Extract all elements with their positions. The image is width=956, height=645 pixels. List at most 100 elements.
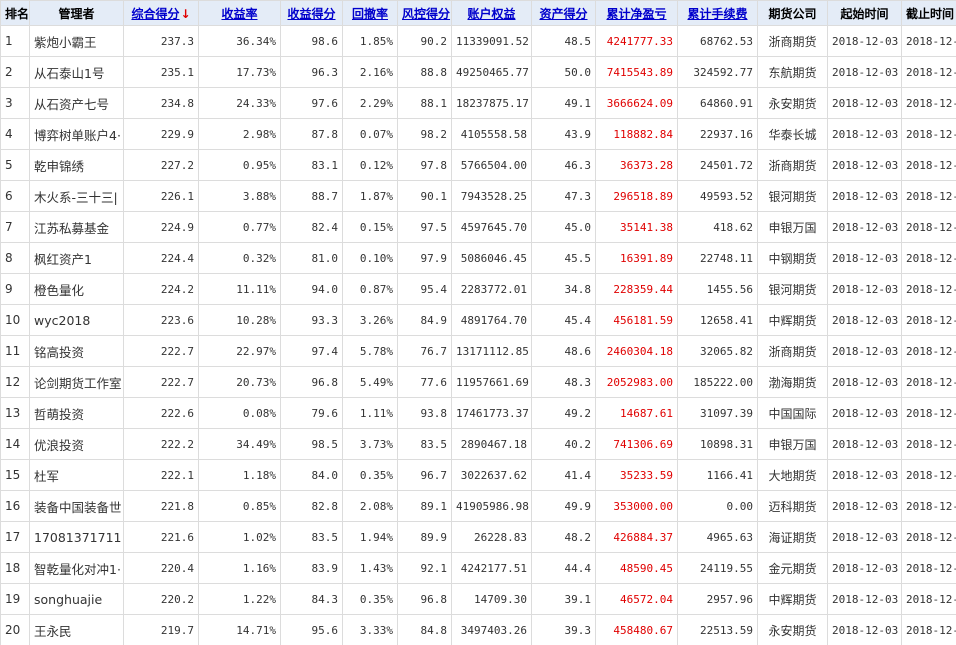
sort-asset-score[interactable]: 资产得分	[531, 0, 596, 26]
asset-score-cell: 40.2	[531, 428, 596, 460]
rank-cell: 5	[0, 149, 30, 181]
drawdown-cell: 5.49%	[342, 366, 398, 398]
risk-score-cell: 89.9	[397, 521, 452, 553]
ranking-table: 排名 管理者 综合得分↓ 收益率 收益得分 回撤率 风控得分 账户权益 资产得分…	[0, 0, 956, 645]
manager-link[interactable]: 哲萌投资	[29, 397, 124, 429]
sort-fees[interactable]: 累计手续费	[677, 0, 758, 26]
manager-link[interactable]: 论剑期货工作室	[29, 366, 124, 398]
net-profit-cell: 118882.84	[595, 118, 678, 150]
asset-score-cell: 34.8	[531, 273, 596, 305]
manager-link[interactable]: 江苏私募基金	[29, 211, 124, 243]
rank-cell: 17	[0, 521, 30, 553]
return-score-cell: 97.6	[280, 87, 343, 119]
manager-link[interactable]: 智乾量化对冲1·	[29, 552, 124, 584]
end-date-cell: 2018-12-18	[901, 304, 956, 336]
return-rate-cell: 11.11%	[198, 273, 281, 305]
risk-score-cell: 90.1	[397, 180, 452, 212]
start-date-cell: 2018-12-03	[827, 211, 902, 243]
rank-cell: 11	[0, 335, 30, 367]
manager-link[interactable]: 橙色量化	[29, 273, 124, 305]
broker-cell: 大地期货	[757, 459, 828, 491]
sort-net-profit[interactable]: 累计净盈亏	[595, 0, 678, 26]
return-score-cell: 96.3	[280, 56, 343, 88]
equity-cell: 14709.30	[451, 583, 532, 615]
net-profit-cell: 48590.45	[595, 552, 678, 584]
manager-link[interactable]: 从石资产七号	[29, 87, 124, 119]
end-date-cell: 2018-12-18	[901, 180, 956, 212]
rank-cell: 6	[0, 180, 30, 212]
manager-link[interactable]: 枫红资产1	[29, 242, 124, 274]
composite-score-cell: 227.2	[123, 149, 199, 181]
fees-cell: 22513.59	[677, 614, 758, 645]
manager-link[interactable]: 杜军	[29, 459, 124, 491]
end-date-cell: 2018-12-18	[901, 397, 956, 429]
equity-cell: 5086046.45	[451, 242, 532, 274]
manager-link[interactable]: 木火系-三十三|	[29, 180, 124, 212]
fees-cell: 24119.55	[677, 552, 758, 584]
table-row: 18 智乾量化对冲1· 220.4 1.16% 83.9 1.43% 92.1 4242177…	[0, 552, 956, 584]
manager-link[interactable]: 从石泰山1号	[29, 56, 124, 88]
manager-link[interactable]: 17081371711	[29, 521, 124, 553]
broker-cell: 永安期货	[757, 87, 828, 119]
composite-score-cell: 220.2	[123, 583, 199, 615]
end-date-cell: 2018-12-18	[901, 459, 956, 491]
equity-cell: 11339091.52	[451, 25, 532, 57]
manager-link[interactable]: songhuajie	[29, 583, 124, 615]
table-row: 20 王永民 219.7 14.71% 95.6 3.33% 84.8 3497403.26 3…	[0, 614, 956, 645]
manager-link[interactable]: 优浪投资	[29, 428, 124, 460]
risk-score-cell: 97.8	[397, 149, 452, 181]
table-row: 16 装备中国装备世 221.8 0.85% 82.8 2.08% 89.1 41905986…	[0, 490, 956, 522]
table-row: 6 木火系-三十三| 226.1 3.88% 88.7 1.87% 90.1 7943528.…	[0, 180, 956, 212]
table-row: 4 博弈树单账户4· 229.9 2.98% 87.8 0.07% 98.2 4105558.…	[0, 118, 956, 150]
return-score-cell: 88.7	[280, 180, 343, 212]
risk-score-cell: 89.1	[397, 490, 452, 522]
table-row: 12 论剑期货工作室 222.7 20.73% 96.8 5.49% 77.6 1195766…	[0, 366, 956, 398]
return-rate-cell: 20.73%	[198, 366, 281, 398]
fees-cell: 24501.72	[677, 149, 758, 181]
sort-risk-score[interactable]: 风控得分	[397, 0, 452, 26]
equity-cell: 7943528.25	[451, 180, 532, 212]
manager-link[interactable]: 王永民	[29, 614, 124, 645]
return-score-cell: 83.9	[280, 552, 343, 584]
end-date-cell: 2018-12-18	[901, 149, 956, 181]
fees-cell: 418.62	[677, 211, 758, 243]
table-row: 15 杜军 222.1 1.18% 84.0 0.35% 96.7 3022637.62 41.…	[0, 459, 956, 491]
sort-drawdown[interactable]: 回撤率	[342, 0, 398, 26]
risk-score-cell: 93.8	[397, 397, 452, 429]
start-date-cell: 2018-12-03	[827, 366, 902, 398]
manager-link[interactable]: 铭高投资	[29, 335, 124, 367]
manager-link[interactable]: 装备中国装备世	[29, 490, 124, 522]
net-profit-cell: 36373.28	[595, 149, 678, 181]
return-rate-cell: 2.98%	[198, 118, 281, 150]
sort-return-score[interactable]: 收益得分	[280, 0, 343, 26]
return-score-cell: 98.6	[280, 25, 343, 57]
net-profit-cell: 35233.59	[595, 459, 678, 491]
equity-cell: 4242177.51	[451, 552, 532, 584]
asset-score-cell: 39.1	[531, 583, 596, 615]
net-profit-cell: 46572.04	[595, 583, 678, 615]
equity-cell: 41905986.98	[451, 490, 532, 522]
composite-score-cell: 221.6	[123, 521, 199, 553]
end-date-cell: 2018-12-18	[901, 428, 956, 460]
manager-link[interactable]: wyc2018	[29, 304, 124, 336]
manager-link[interactable]: 博弈树单账户4·	[29, 118, 124, 150]
drawdown-cell: 1.85%	[342, 25, 398, 57]
sort-return-rate[interactable]: 收益率	[198, 0, 281, 26]
return-score-cell: 97.4	[280, 335, 343, 367]
drawdown-cell: 3.26%	[342, 304, 398, 336]
return-score-cell: 98.5	[280, 428, 343, 460]
manager-link[interactable]: 紫炮小霸王	[29, 25, 124, 57]
start-date-cell: 2018-12-03	[827, 614, 902, 645]
return-rate-cell: 24.33%	[198, 87, 281, 119]
fees-cell: 32065.82	[677, 335, 758, 367]
sort-composite-score[interactable]: 综合得分↓	[123, 0, 199, 26]
table-body: 1 紫炮小霸王 237.3 36.34% 98.6 1.85% 90.2 11339091.5…	[0, 25, 956, 645]
table-row: 3 从石资产七号 234.8 24.33% 97.6 2.29% 88.1 18237875.…	[0, 87, 956, 119]
manager-link[interactable]: 乾申锦绣	[29, 149, 124, 181]
end-date-cell: 2018-12-18	[901, 118, 956, 150]
return-score-cell: 84.0	[280, 459, 343, 491]
table-row: 11 铭高投资 222.7 22.97% 97.4 5.78% 76.7 13171112.8…	[0, 335, 956, 367]
net-profit-cell: 458480.67	[595, 614, 678, 645]
sort-equity[interactable]: 账户权益	[451, 0, 532, 26]
fees-cell: 64860.91	[677, 87, 758, 119]
